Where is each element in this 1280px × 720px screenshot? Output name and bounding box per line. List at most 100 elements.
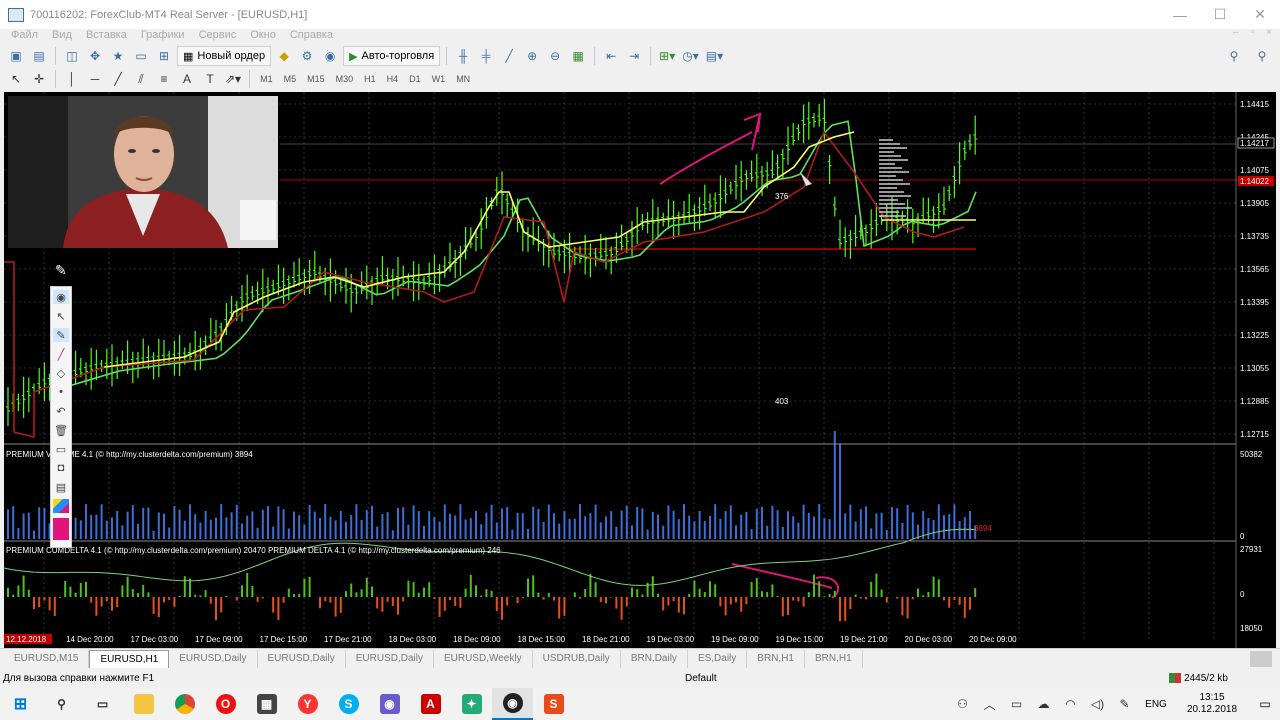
profiles-icon[interactable]: ▤ <box>29 46 49 66</box>
tab-eurusd-m15[interactable]: EURUSD,M15 <box>4 649 90 668</box>
clipboard-icon[interactable]: ▤ <box>53 480 69 494</box>
timeframe-m5[interactable]: M5 <box>280 74 301 84</box>
start-button[interactable]: ⊞ <box>0 688 41 720</box>
cursor-icon[interactable]: ↖ <box>6 69 26 89</box>
metaeditor-icon[interactable]: ◆ <box>274 46 294 66</box>
chevron-up-icon[interactable]: ︿ <box>976 696 1003 713</box>
auto-trading-button[interactable]: ▶ Авто-торговля <box>343 46 441 66</box>
pen-tray-icon[interactable]: ✎ <box>1111 697 1138 711</box>
people-icon[interactable]: ⚇ <box>949 697 976 711</box>
chrome-button[interactable] <box>164 688 205 720</box>
trash-icon[interactable]: 🗑 <box>53 423 69 437</box>
marker-icon[interactable]: ╱ <box>53 347 69 361</box>
menu-window[interactable]: Окно <box>243 29 283 41</box>
eye-icon[interactable]: ◉ <box>53 290 69 304</box>
zoom-out-icon[interactable]: ⊖ <box>545 46 565 66</box>
horizontal-line-icon[interactable]: ─ <box>85 69 105 89</box>
tab-eurusd-daily[interactable]: EURUSD,Daily <box>346 649 434 668</box>
network-drive-icon[interactable]: ▭ <box>1003 697 1030 711</box>
chart-shift-icon[interactable]: ⇥ <box>624 46 644 66</box>
color-swatch-icon[interactable] <box>53 518 69 540</box>
language-indicator[interactable]: ENG <box>1138 699 1174 710</box>
screen-icon[interactable]: ▭ <box>53 442 69 456</box>
search-toggle-icon[interactable]: ⚲ <box>1252 46 1272 66</box>
autoscroll-icon[interactable]: ⇤ <box>601 46 621 66</box>
volume-icon[interactable]: ◁) <box>1084 697 1111 711</box>
menu-help[interactable]: Справка <box>283 29 340 41</box>
text-icon[interactable]: A <box>177 69 197 89</box>
color-palette-icon[interactable] <box>53 499 69 513</box>
tab-eurusd-daily[interactable]: EURUSD,Daily <box>169 649 258 668</box>
tab-brn-daily[interactable]: BRN,Daily <box>621 649 688 668</box>
minimize-button[interactable]: — <box>1160 0 1200 29</box>
navigator-icon[interactable]: ★ <box>108 46 128 66</box>
timeframe-mn[interactable]: MN <box>452 74 474 84</box>
camera-icon[interactable]: ◘ <box>53 461 69 475</box>
pencil-icon[interactable]: ✎ <box>53 328 69 342</box>
zoom-in-icon[interactable]: ⊕ <box>522 46 542 66</box>
tab-brn-h1[interactable]: BRN,H1 <box>805 649 863 668</box>
trendline-icon[interactable]: ╱ <box>108 69 128 89</box>
tabs-scroll-button[interactable] <box>1250 651 1272 667</box>
fibonacci-icon[interactable]: ≡ <box>154 69 174 89</box>
vertical-line-icon[interactable]: │ <box>62 69 82 89</box>
camera-app-button[interactable]: ◉ <box>369 688 410 720</box>
timeframe-h4[interactable]: H4 <box>383 74 403 84</box>
dot-icon[interactable]: • <box>53 385 69 399</box>
market-icon[interactable]: ◉ <box>320 46 340 66</box>
experts-icon[interactable]: ⚙ <box>297 46 317 66</box>
tile-windows-icon[interactable]: ▦ <box>568 46 588 66</box>
mdi-restore-icon[interactable]: ▫ <box>1251 27 1255 38</box>
periods-icon[interactable]: ◷▾ <box>680 46 701 66</box>
tester-icon[interactable]: ⊞ <box>154 46 174 66</box>
calculator-button[interactable]: ▦ <box>246 688 287 720</box>
timeframe-m30[interactable]: M30 <box>332 74 358 84</box>
templates-icon[interactable]: ▤▾ <box>704 46 725 66</box>
terminal-icon[interactable]: ▭ <box>131 46 151 66</box>
timeframe-h1[interactable]: H1 <box>360 74 380 84</box>
explorer-button[interactable] <box>123 688 164 720</box>
tab-eurusd-weekly[interactable]: EURUSD,Weekly <box>434 649 533 668</box>
line-chart-icon[interactable]: ╱ <box>499 46 519 66</box>
pen-tool-icon[interactable]: ✎ <box>55 262 67 280</box>
timeframe-m1[interactable]: M1 <box>256 74 277 84</box>
close-button[interactable]: ✕ <box>1240 0 1280 29</box>
timeframe-w1[interactable]: W1 <box>428 74 450 84</box>
market-watch-icon[interactable]: ◫ <box>62 46 82 66</box>
channel-icon[interactable]: ⫽ <box>131 69 151 89</box>
new-chart-icon[interactable]: ▣ <box>6 46 26 66</box>
tab-eurusd-h1[interactable]: EURUSD,H1 <box>89 649 170 668</box>
acrobat-button[interactable]: A <box>410 688 451 720</box>
arrows-icon[interactable]: ⇗▾ <box>223 69 243 89</box>
menu-view[interactable]: Вид <box>45 29 79 41</box>
text-label-icon[interactable]: T <box>200 69 220 89</box>
search-icon[interactable]: ⚲ <box>1224 46 1244 66</box>
task-view-button[interactable]: ▭ <box>82 688 123 720</box>
timeframe-m15[interactable]: M15 <box>303 74 329 84</box>
clock[interactable]: 13:15 20.12.2018 <box>1174 692 1250 716</box>
menu-insert[interactable]: Вставка <box>79 29 134 41</box>
mdi-close-icon[interactable]: × <box>1266 27 1272 38</box>
wifi-icon[interactable]: ◠ <box>1057 697 1084 711</box>
opera-button[interactable]: O <box>205 688 246 720</box>
data-window-icon[interactable]: ✥ <box>85 46 105 66</box>
mdi-minimize-icon[interactable]: – <box>1233 27 1239 38</box>
yandex-button[interactable]: Y <box>287 688 328 720</box>
menu-tools[interactable]: Сервис <box>192 29 244 41</box>
pointer-icon[interactable]: ↖ <box>53 309 69 323</box>
cloud-icon[interactable]: ☁ <box>1030 697 1057 711</box>
search-button[interactable]: ⚲ <box>41 688 82 720</box>
eraser-icon[interactable]: ◇ <box>53 366 69 380</box>
recorder-button[interactable]: S <box>533 688 574 720</box>
tradingview-button[interactable]: ◉ <box>492 688 533 720</box>
tab-brn-h1[interactable]: BRN,H1 <box>747 649 805 668</box>
menu-file[interactable]: Файл <box>4 29 45 41</box>
indicators-icon[interactable]: ⊞▾ <box>657 46 677 66</box>
tab-es-daily[interactable]: ES,Daily <box>688 649 748 668</box>
menu-charts[interactable]: Графики <box>134 29 192 41</box>
metatrader-button[interactable]: ✦ <box>451 688 492 720</box>
timeframe-d1[interactable]: D1 <box>405 74 425 84</box>
new-order-button[interactable]: ▦ Новый ордер <box>177 46 272 66</box>
bar-chart-icon[interactable]: ╫ <box>453 46 473 66</box>
tab-eurusd-daily[interactable]: EURUSD,Daily <box>258 649 346 668</box>
